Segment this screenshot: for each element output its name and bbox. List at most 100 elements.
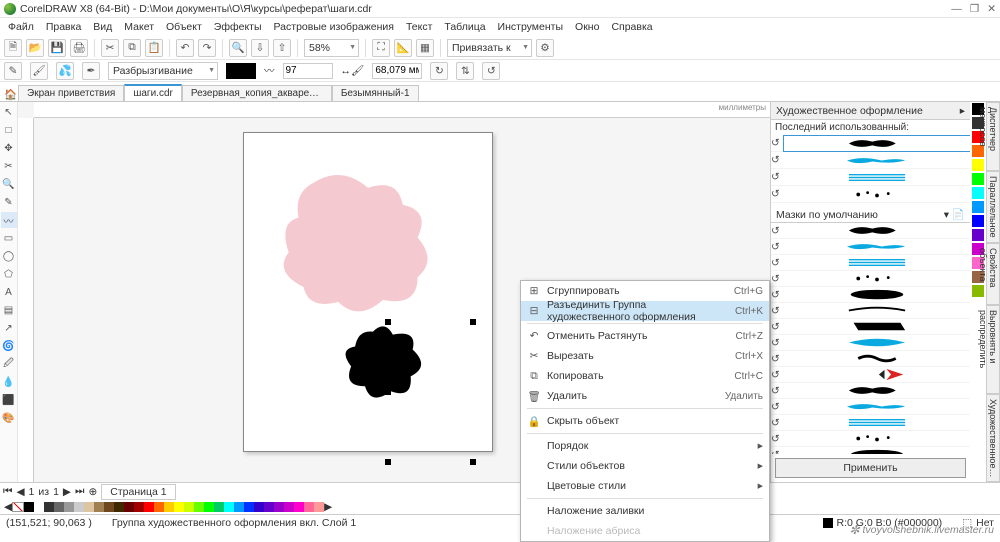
tool-11[interactable]: ▤ [1,302,17,318]
no-color-swatch[interactable] [12,502,24,512]
brush-row[interactable]: ↺ [771,239,970,255]
brush-row[interactable]: ↺ [771,223,970,239]
menu-файл[interactable]: Файл [2,20,40,34]
menu-инструменты[interactable]: Инструменты [492,20,569,34]
minimize-button[interactable]: — [951,3,962,15]
brush-row[interactable]: ↺ [771,135,970,152]
side-swatch[interactable] [972,187,984,199]
brush-row[interactable]: ↺ [771,287,970,303]
swatch[interactable] [204,502,214,512]
nav-last[interactable]: ⏭ [75,485,84,498]
brush-icon[interactable]: 🖌 [30,62,48,80]
swatch[interactable] [234,502,244,512]
apply-button[interactable]: Применить [775,458,966,478]
ctx-item[interactable]: ↶Отменить РастянутьCtrl+Z [521,326,769,346]
tool-8[interactable]: ◯ [1,248,17,264]
ctx-item[interactable]: Порядок [521,436,769,456]
swatch[interactable] [84,502,94,512]
ctx-item[interactable]: ⊟Разъединить Группа художественного офор… [521,301,769,321]
undo-button[interactable]: ↶ [176,39,194,57]
swatch[interactable] [254,502,264,512]
menu-окно[interactable]: Окно [569,20,605,34]
menu-вид[interactable]: Вид [87,20,118,34]
smoothing-input[interactable] [283,63,333,79]
swatch[interactable] [44,502,54,512]
options-button[interactable]: ⚙ [536,39,554,57]
swatch[interactable] [124,502,134,512]
brush-row[interactable]: ↺ [771,447,970,454]
tool-7[interactable]: ▭ [1,230,17,246]
swatch[interactable] [24,502,34,512]
docker-tab[interactable]: Художественное… [986,394,1000,482]
doc-tab[interactable]: Резервная_копия_акварель2.cdr [182,85,332,101]
side-swatch[interactable] [972,215,984,227]
side-swatch[interactable] [972,159,984,171]
swatch[interactable] [314,502,324,512]
swatch[interactable] [114,502,124,512]
menu-эффекты[interactable]: Эффекты [208,20,268,34]
tool-17[interactable]: 🎨 [1,410,17,426]
cut-button[interactable]: ✂ [101,39,119,57]
ctx-item[interactable]: Стили объектов [521,456,769,476]
redo-button[interactable]: ↷ [198,39,216,57]
brush-row[interactable]: ↺ [771,351,970,367]
home-icon[interactable]: 🏠 [4,88,17,101]
menu-объект[interactable]: Объект [160,20,208,34]
side-swatch[interactable] [972,285,984,297]
menu-таблица[interactable]: Таблица [438,20,491,34]
tool-0[interactable]: ↖ [1,104,17,120]
nav-prev[interactable]: ◀ [16,486,24,498]
tool-15[interactable]: 💧 [1,374,17,390]
doc-tab[interactable]: шаги.cdr [124,84,182,101]
swatch[interactable] [184,502,194,512]
zoom-combo[interactable]: 58% [304,39,359,57]
ctx-item[interactable]: ⊞СгруппироватьCtrl+G [521,281,769,301]
brush-row[interactable]: ↺ [771,303,970,319]
menu-правка[interactable]: Правка [40,20,87,34]
brush-row[interactable]: ↺ [771,255,970,271]
brush-row[interactable]: ↺ [771,399,970,415]
ctx-item[interactable]: Цветовые стили [521,476,769,496]
ctx-item[interactable]: ✂ВырезатьCtrl+X [521,346,769,366]
ctx-item[interactable]: 🗑УдалитьУдалить [521,386,769,406]
rulers-button[interactable]: 📐 [394,39,412,57]
palette-scroll-left[interactable]: ◀ [4,501,12,513]
ctx-item[interactable]: ⧉КопироватьCtrl+C [521,366,769,386]
tool-1[interactable]: □ [1,122,17,138]
maximize-button[interactable]: ❐ [970,3,979,15]
tool-9[interactable]: ⬠ [1,266,17,282]
tool-6[interactable]: 〰 [1,212,17,228]
menu-макет[interactable]: Макет [118,20,160,34]
swatch[interactable] [64,502,74,512]
rotation-button[interactable]: ↻ [430,62,448,80]
ctx-item[interactable]: 🔒Скрыть объект [521,411,769,431]
swatch[interactable] [224,502,234,512]
swatch[interactable] [214,502,224,512]
tool-14[interactable]: 🖉 [1,356,17,372]
offset-button[interactable]: ⇅ [456,62,474,80]
brush-row[interactable]: ↺ [771,367,970,383]
swatch[interactable] [104,502,114,512]
swatch[interactable] [94,502,104,512]
ctx-item[interactable]: Наложение заливки [521,501,769,521]
tool-mode-combo[interactable]: Разбрызгивание [108,62,218,80]
new-button[interactable]: 🗎 [4,39,22,57]
swatch[interactable] [74,502,84,512]
tool-10[interactable]: A [1,284,17,300]
tool-13[interactable]: 🌀 [1,338,17,354]
close-button[interactable]: ✕ [987,3,996,15]
swatch[interactable] [54,502,64,512]
grid-button[interactable]: ▦ [416,39,434,57]
brush-row[interactable]: ↺ [771,319,970,335]
docker-tab[interactable]: Выровнять и распределить [986,305,1000,394]
swatch[interactable] [144,502,154,512]
side-swatch[interactable] [972,201,984,213]
tool-5[interactable]: ✎ [1,194,17,210]
menu-растровые изображения[interactable]: Растровые изображения [268,20,400,34]
swatch[interactable] [244,502,254,512]
save-button[interactable]: 💾 [48,39,66,57]
page-tab[interactable]: Страница 1 [101,484,175,500]
calligraphy-icon[interactable]: ✒ [82,62,100,80]
preset-icon[interactable]: ✎ [4,62,22,80]
swatch[interactable] [274,502,284,512]
